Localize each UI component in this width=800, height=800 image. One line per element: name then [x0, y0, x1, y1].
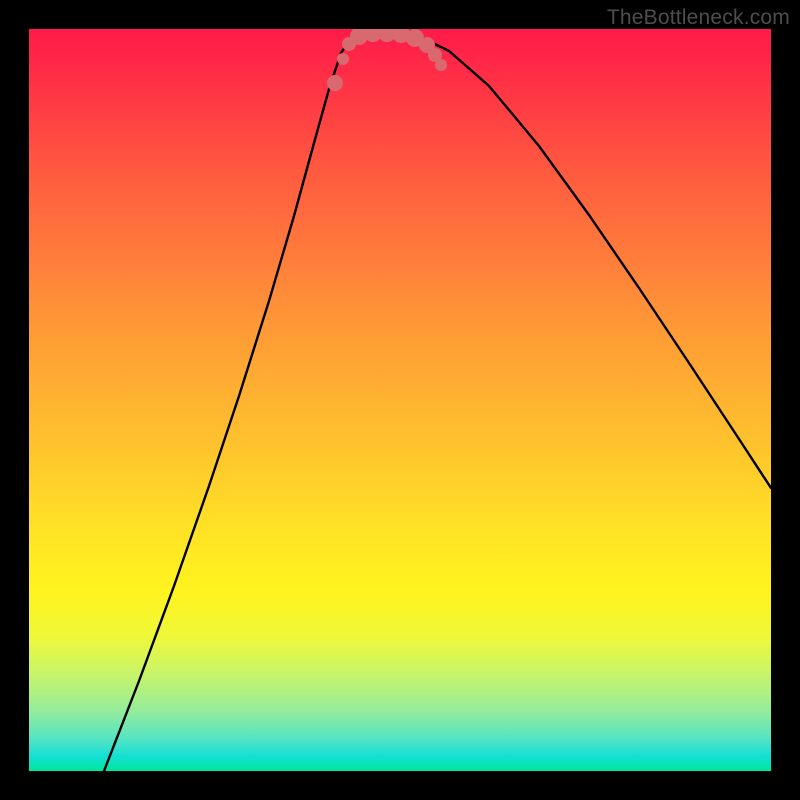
plot-frame [29, 29, 771, 771]
heat-gradient [29, 29, 771, 771]
watermark-text: TheBottleneck.com [607, 6, 790, 30]
